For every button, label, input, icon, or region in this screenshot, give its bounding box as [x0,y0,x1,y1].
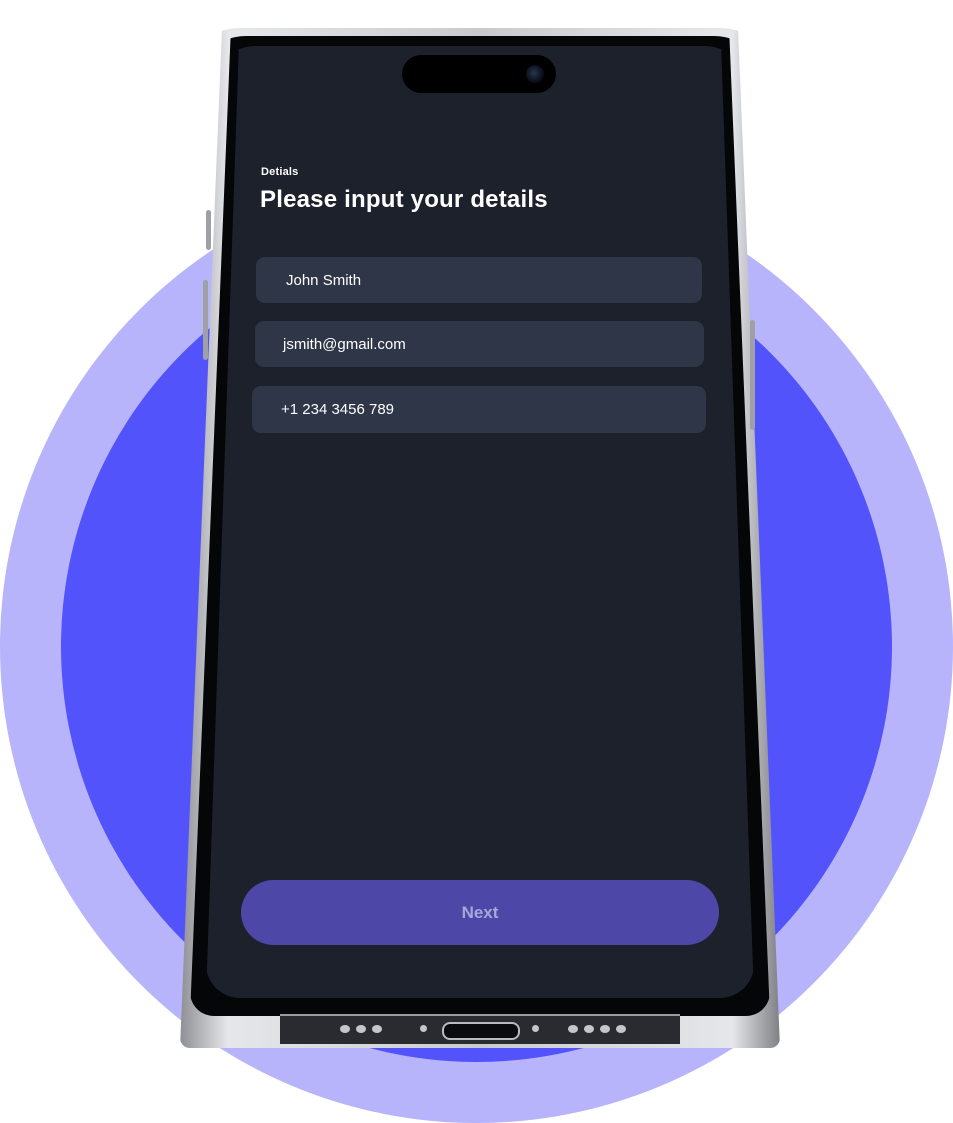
phone-side-button-right [750,320,755,430]
page-title: Please input your details [260,186,548,213]
screw-icon [420,1025,427,1032]
email-field[interactable]: jsmith@gmail.com [255,321,704,367]
phone-field[interactable]: +1 234 3456 789 [252,386,706,433]
front-camera-icon [526,65,544,83]
name-field[interactable]: John Smith [256,257,702,303]
speaker-hole-icon [340,1025,350,1033]
screw-icon [532,1025,539,1032]
speaker-hole-icon [372,1025,382,1033]
dynamic-island [402,55,556,93]
phone-side-button-left [206,210,211,250]
speaker-hole-icon [600,1025,610,1033]
email-field-value: jsmith@gmail.com [283,335,406,353]
speaker-hole-icon [616,1025,626,1033]
next-button[interactable]: Next [241,880,719,945]
name-field-value: John Smith [286,271,362,289]
section-eyebrow: Detials [261,166,299,178]
speaker-hole-icon [356,1025,366,1033]
speaker-hole-icon [568,1025,578,1033]
phone-side-button-left-2 [203,280,208,360]
phone-field-value: +1 234 3456 789 [281,401,395,418]
charging-port-icon [442,1022,520,1040]
speaker-hole-icon [584,1025,594,1033]
phone-bottom-edge [280,1014,680,1044]
